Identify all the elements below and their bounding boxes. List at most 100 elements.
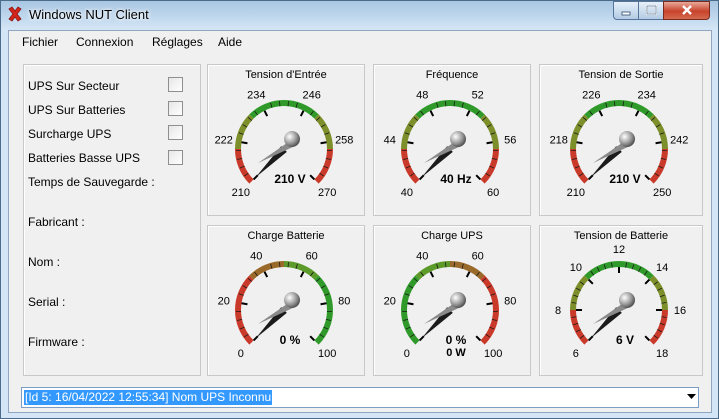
gauge-tick-label: 250: [653, 187, 671, 199]
gauge-band-segment: [649, 275, 668, 311]
status-combobox[interactable]: [Id 5: 16/04/2022 12:55:34] Nom UPS Inco…: [21, 387, 699, 408]
menu-fichier[interactable]: Fichier: [22, 35, 58, 49]
gauge-band-segment: [314, 114, 333, 150]
gauge-battery-voltage: Tension de Batterie 6 8 10 12 14 16 18 6 V: [539, 225, 703, 376]
gauge-band-segment: [649, 148, 668, 184]
gauge-band-segment: [618, 100, 654, 119]
gauge-tick-label: 40: [416, 251, 428, 263]
gauge-tick-label: 258: [335, 134, 353, 146]
gauge-major-tick: [644, 278, 651, 285]
gauge-tick-label: 12: [613, 244, 625, 256]
gauge-major-tick: [486, 302, 493, 306]
gauge-hub: [619, 131, 635, 147]
gauge-band-segment: [480, 114, 499, 150]
gauge-major-tick: [241, 302, 248, 306]
maximize-button[interactable]: [638, 1, 664, 20]
gauge-band-segment: [235, 148, 254, 184]
gauge-readout: 0 %: [280, 333, 301, 347]
gauge-band-segment: [235, 309, 254, 345]
gauge-major-tick: [655, 141, 662, 145]
status-on-line-checkbox[interactable]: [168, 77, 183, 92]
gauge-band-segment: [649, 114, 668, 150]
status-low-battery-checkbox[interactable]: [168, 150, 183, 165]
status-on-battery-label: UPS Sur Batteries: [28, 103, 126, 117]
gauge-band-segment: [235, 114, 254, 150]
gauge-band-segment: [401, 275, 420, 311]
gauge-dial: 6 8 10 12 14 16 18 6 V: [555, 244, 686, 360]
minimize-icon: [621, 11, 631, 16]
gauge-band-segment: [480, 309, 499, 345]
title-bar[interactable]: Windows NUT Client: [1, 1, 718, 29]
gauge-tick-label: 18: [656, 348, 668, 360]
gauge-tick-label: 56: [504, 134, 516, 146]
gauge-tick-label: 44: [384, 134, 396, 146]
status-panel: UPS Sur Secteur UPS Sur Batteries Surcha…: [23, 64, 201, 376]
gauge-band-segment: [401, 148, 420, 184]
gauge-band-segment: [249, 261, 285, 280]
gauge-tick-label: 210: [232, 187, 250, 199]
gauge-readout: 0 %: [446, 333, 467, 347]
window-title: Windows NUT Client: [29, 7, 149, 22]
gauge-tick-label: 14: [656, 262, 668, 274]
gauge-ups-load: Charge UPS 0 20 40 60 80 100 0 % 0 W: [373, 225, 531, 376]
gauge-tick-label: 270: [318, 187, 336, 199]
gauge-major-tick: [465, 110, 471, 117]
gauge-major-tick: [320, 141, 327, 145]
status-on-battery-checkbox[interactable]: [168, 101, 183, 116]
gauge-tick-label: 40: [250, 251, 262, 263]
gauge-readout: 40 Hz: [440, 172, 471, 186]
gauge-readout: 210 V: [609, 172, 640, 186]
manufacturer-label: Fabricant :: [28, 215, 85, 229]
menu-aide[interactable]: Aide: [218, 35, 242, 49]
app-window: Windows NUT Client Fichier Connexion Rég…: [0, 0, 719, 419]
gauge-band-segment: [618, 261, 654, 280]
gauge-tick-label: 60: [487, 187, 499, 199]
status-overload-label: Surcharge UPS: [28, 127, 112, 141]
gauge-major-tick: [644, 174, 651, 181]
gauge-major-tick: [587, 278, 594, 285]
gauge-tick-label: 20: [384, 295, 396, 307]
gauge-band-segment: [415, 261, 451, 280]
menu-reglages[interactable]: Réglages: [152, 35, 203, 49]
gauge-band-segment: [584, 261, 620, 280]
gauge-tick-label: 210: [567, 187, 585, 199]
gauge-band-segment: [401, 309, 420, 345]
maximize-icon: [646, 5, 657, 15]
gauge-major-tick: [320, 302, 327, 306]
gauge-readout: 6 V: [616, 333, 634, 347]
gauge-major-tick: [309, 174, 316, 181]
gauge-tick-label: 218: [550, 134, 568, 146]
gauge-dial: 210 222 234 246 258 270 210 V: [215, 90, 354, 199]
gauge-readout: 210 V: [274, 172, 305, 186]
gauge-sub-readout: 0 W: [446, 347, 466, 359]
firmware-label: Firmware :: [28, 335, 85, 349]
close-button[interactable]: [663, 1, 710, 20]
menu-connexion[interactable]: Connexion: [76, 35, 133, 49]
gauge-band-segment: [401, 114, 420, 150]
minimize-button[interactable]: [613, 1, 639, 20]
chevron-down-icon[interactable]: [687, 394, 696, 400]
gauge-band-segment: [649, 309, 668, 345]
gauge-tick-label: 40: [401, 187, 413, 199]
gauge-dial: 0 20 40 60 80 100 0 %0 W: [384, 251, 517, 360]
gauge-tick-label: 246: [303, 90, 321, 102]
gauge-major-tick: [429, 271, 435, 278]
gauge-hub: [619, 292, 635, 308]
status-overload-checkbox[interactable]: [168, 125, 183, 140]
gauge-tick-label: 234: [638, 90, 656, 102]
gauge-major-tick: [407, 302, 414, 306]
gauge-tick-label: 80: [504, 295, 516, 307]
gauge-major-tick: [299, 110, 305, 117]
gauge-tick-label: 20: [218, 295, 230, 307]
gauge-major-tick: [299, 271, 305, 278]
name-label: Nom :: [28, 255, 61, 269]
gauge-major-tick: [475, 174, 482, 181]
gauge-tick-label: 234: [247, 90, 265, 102]
gauge-major-tick: [263, 110, 269, 117]
gauge-hub: [450, 292, 466, 308]
gauge-tick-label: 6: [573, 348, 579, 360]
gauge-hub: [450, 131, 466, 147]
gauge-tick-label: 0: [404, 348, 410, 360]
gauge-dial: 40 44 48 52 56 60 40 Hz: [384, 90, 517, 199]
serial-label: Serial :: [28, 295, 66, 309]
